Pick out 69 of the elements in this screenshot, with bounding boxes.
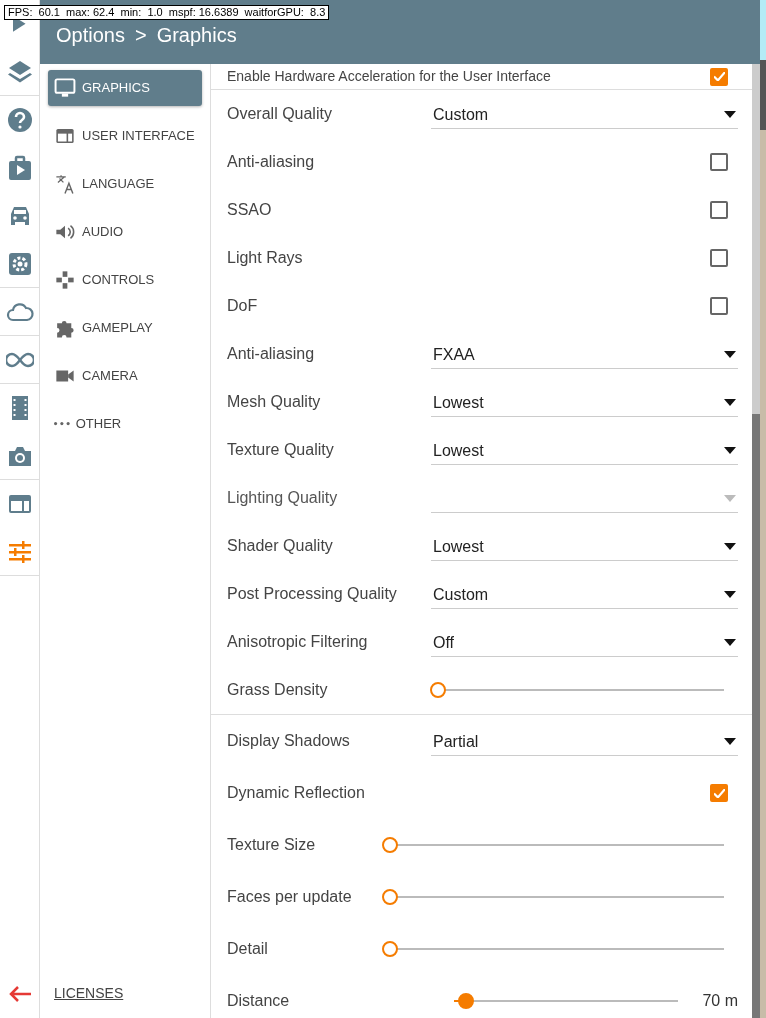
setting-label: Dynamic Reflection [227,783,365,803]
setting-label: Texture Size [227,835,316,855]
monitor-icon [54,77,76,99]
setting-label: Anti-aliasing [227,344,315,364]
menu-item[interactable]: OTHER [48,406,202,442]
slider-value: 70 m [702,991,738,1011]
caret-icon [724,591,736,598]
caret-icon [724,495,736,502]
caret-icon [724,111,736,118]
checkbox[interactable] [710,784,728,802]
setting-label: Light Rays [227,248,303,268]
checkbox[interactable] [710,201,728,219]
setting-label: Texture Quality [227,440,334,460]
setting-label: Mesh Quality [227,392,321,412]
checkmark-icon [713,72,725,81]
setting-label: Grass Density [227,680,328,700]
caret-icon [724,543,736,550]
setting-label: Overall Quality [227,104,332,124]
gamepad-icon [54,269,76,291]
setting-label: DoF [227,296,258,316]
slider[interactable] [384,837,724,853]
setting-label: Post Processing Quality [227,584,397,604]
setting-label: Display Shadows [227,731,350,751]
menu-item[interactable]: CAMERA [48,358,202,394]
checkmark-icon [713,788,725,798]
header-subtitle: Graphics [156,23,237,48]
checkbox[interactable] [710,153,728,171]
setting-label: Detail [227,939,268,959]
checkbox[interactable] [710,67,728,86]
setting-label: Distance [227,991,290,1011]
menu-item[interactable]: CONTROLS [48,262,202,298]
fps-counter: FPS: 60.1 max: 62.4 min: 1.0 mspf: 16.6389 waitforGPU: 8.3 [4,5,330,20]
dropdown[interactable]: FXAA [431,339,738,369]
header-title: Options [56,23,125,48]
caret-icon [724,447,736,454]
menu-item[interactable]: AUDIO [48,214,202,250]
menu-item[interactable]: USER INTERFACE [48,118,202,154]
dropdown[interactable]: Custom [431,99,738,129]
checkbox[interactable] [710,297,728,315]
setting-label: Anti-aliasing [227,152,315,172]
checkbox[interactable] [710,249,728,267]
setting-label: SSAO [227,200,272,220]
caret-icon [724,639,736,646]
menu-item[interactable]: LANGUAGE [48,166,202,202]
slider[interactable] [384,889,724,905]
help-icon [5,106,34,134]
caret-icon [724,738,736,745]
dropdown[interactable]: Off [431,627,738,657]
dropdown[interactable]: Lowest [431,435,738,465]
menu-item[interactable]: GAMEPLAY [48,310,202,346]
setting-label: Lighting Quality [227,488,338,508]
slider[interactable] [384,941,724,957]
breadcrumb-separator: > [134,23,147,48]
dropdown[interactable]: Custom [431,579,738,609]
menu-item[interactable]: GRAPHICS [48,70,202,106]
licenses-link[interactable]: LICENSES [48,983,202,1010]
slider[interactable] [432,682,724,698]
translate-icon [54,173,76,195]
caret-icon [724,399,736,406]
more-icon [54,422,70,426]
dropdown[interactable]: Lowest [431,387,738,417]
scrollbar[interactable] [752,64,760,1018]
setting-label: Shader Quality [227,536,333,556]
dropdown[interactable]: Partial [431,726,738,756]
setting-label: Enable Hardware Acceleration for the User Interface [227,67,551,86]
caret-icon [724,351,736,358]
dropdown[interactable]: Lowest [431,531,738,561]
setting-label: Faces per update [227,887,352,907]
setting-label: Anisotropic Filtering [227,632,368,652]
